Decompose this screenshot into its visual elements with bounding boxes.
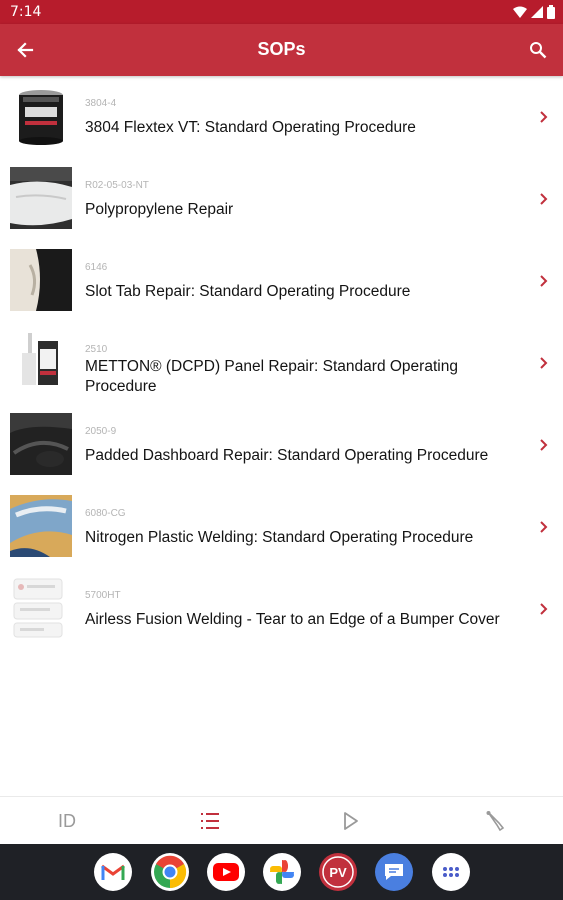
sop-thumbnail [10, 167, 72, 229]
chevron-right-icon [540, 439, 548, 451]
photos-icon [270, 860, 294, 884]
battery-icon [547, 5, 555, 19]
sop-code: 5700HT [85, 590, 121, 601]
pv-app-icon: PV [322, 856, 354, 888]
pv-label: PV [329, 865, 347, 880]
sop-item-3804-4[interactable]: 3804-4 3804 Flextex VT: Standard Operati… [0, 76, 563, 158]
sop-code: 6146 [85, 262, 108, 273]
messages-icon [385, 864, 403, 880]
sop-item-2510[interactable]: 2510 METTON® (DCPD) Panel Repair: Standa… [0, 322, 563, 404]
signal-icon [531, 6, 543, 18]
sop-list: 3804-4 3804 Flextex VT: Standard Operati… [0, 76, 563, 650]
photos-app[interactable] [263, 853, 301, 891]
list-icon [201, 813, 219, 829]
chevron-right-icon [540, 357, 548, 369]
sop-item-5700ht[interactable]: 5700HT Airless Fusion Welding - Tear to … [0, 568, 563, 650]
sop-item-6146[interactable]: 6146 Slot Tab Repair: Standard Operating… [0, 240, 563, 322]
chevron-right-icon [540, 521, 548, 533]
adhesive-cartridge-image [10, 331, 72, 393]
tool-icon [486, 811, 505, 832]
nav-id-label: ID [58, 810, 76, 831]
app-bar: SOPs [0, 24, 563, 76]
gmail-icon [101, 864, 125, 880]
polypropylene-image [10, 167, 72, 229]
sop-thumbnail [10, 85, 72, 147]
sop-title: Polypropylene Repair [85, 201, 234, 218]
app-drawer-icon [443, 867, 459, 877]
sop-title: 3804 Flextex VT: Standard Operating Proc… [85, 119, 416, 136]
document-preview-image [10, 577, 72, 639]
search-icon [530, 42, 547, 59]
sop-thumbnail [10, 577, 72, 639]
nav-id-tab[interactable]: ID [37, 797, 97, 845]
chevron-right-icon [540, 275, 548, 287]
sop-item-r02-05-03-nt[interactable]: R02-05-03-NT Polypropylene Repair [0, 158, 563, 240]
chevron-right-icon [540, 193, 548, 205]
play-icon [344, 812, 358, 830]
paint-can-image [10, 85, 72, 147]
nav-list-tab[interactable] [180, 797, 240, 845]
app-drawer[interactable] [432, 853, 470, 891]
sop-thumbnail [10, 495, 72, 557]
youtube-app[interactable] [207, 853, 245, 891]
page-title: SOPs [257, 39, 306, 59]
sop-code: 2050-9 [85, 426, 117, 437]
sop-item-6080-cg[interactable]: 6080-CG Nitrogen Plastic Welding: Standa… [0, 486, 563, 568]
dashboard-image [10, 413, 72, 475]
sop-thumbnail [10, 413, 72, 475]
sop-title: Padded Dashboard Repair: Standard Operat… [85, 447, 489, 464]
sop-code: 6080-CG [85, 508, 126, 519]
chevron-right-icon [540, 603, 548, 615]
status-icons [513, 4, 555, 20]
sop-title: Slot Tab Repair: Standard Operating Proc… [85, 283, 411, 300]
sop-code: 3804-4 [85, 98, 117, 109]
chrome-app[interactable] [151, 853, 189, 891]
sop-thumbnail [10, 331, 72, 393]
chevron-right-icon [540, 111, 548, 123]
youtube-icon [213, 863, 239, 881]
chrome-icon [154, 855, 187, 889]
sop-title: Nitrogen Plastic Welding: Standard Opera… [85, 529, 474, 546]
wifi-icon [513, 6, 527, 18]
sop-title: METTON® (DCPD) Panel Repair: Standard Op… [85, 358, 458, 395]
status-time: 7:14 [10, 4, 42, 20]
system-dock: PV [0, 844, 563, 900]
slot-tab-image [10, 249, 72, 311]
nav-play-tab[interactable] [321, 797, 381, 845]
gmail-app[interactable] [94, 853, 132, 891]
nav-tool-tab[interactable] [465, 797, 525, 845]
pv-app[interactable]: PV [319, 853, 357, 891]
sop-code: R02-05-03-NT [85, 180, 149, 191]
status-bar: 7:14 [0, 0, 563, 24]
sop-item-2050-9[interactable]: 2050-9 Padded Dashboard Repair: Standard… [0, 404, 563, 486]
bottom-nav: ID [0, 796, 563, 844]
sop-thumbnail [10, 249, 72, 311]
sop-title: Airless Fusion Welding - Tear to an Edge… [85, 611, 500, 628]
messages-app[interactable] [375, 853, 413, 891]
plastic-welding-image [10, 495, 72, 557]
sop-code: 2510 [85, 344, 108, 355]
search-button[interactable] [525, 37, 551, 63]
